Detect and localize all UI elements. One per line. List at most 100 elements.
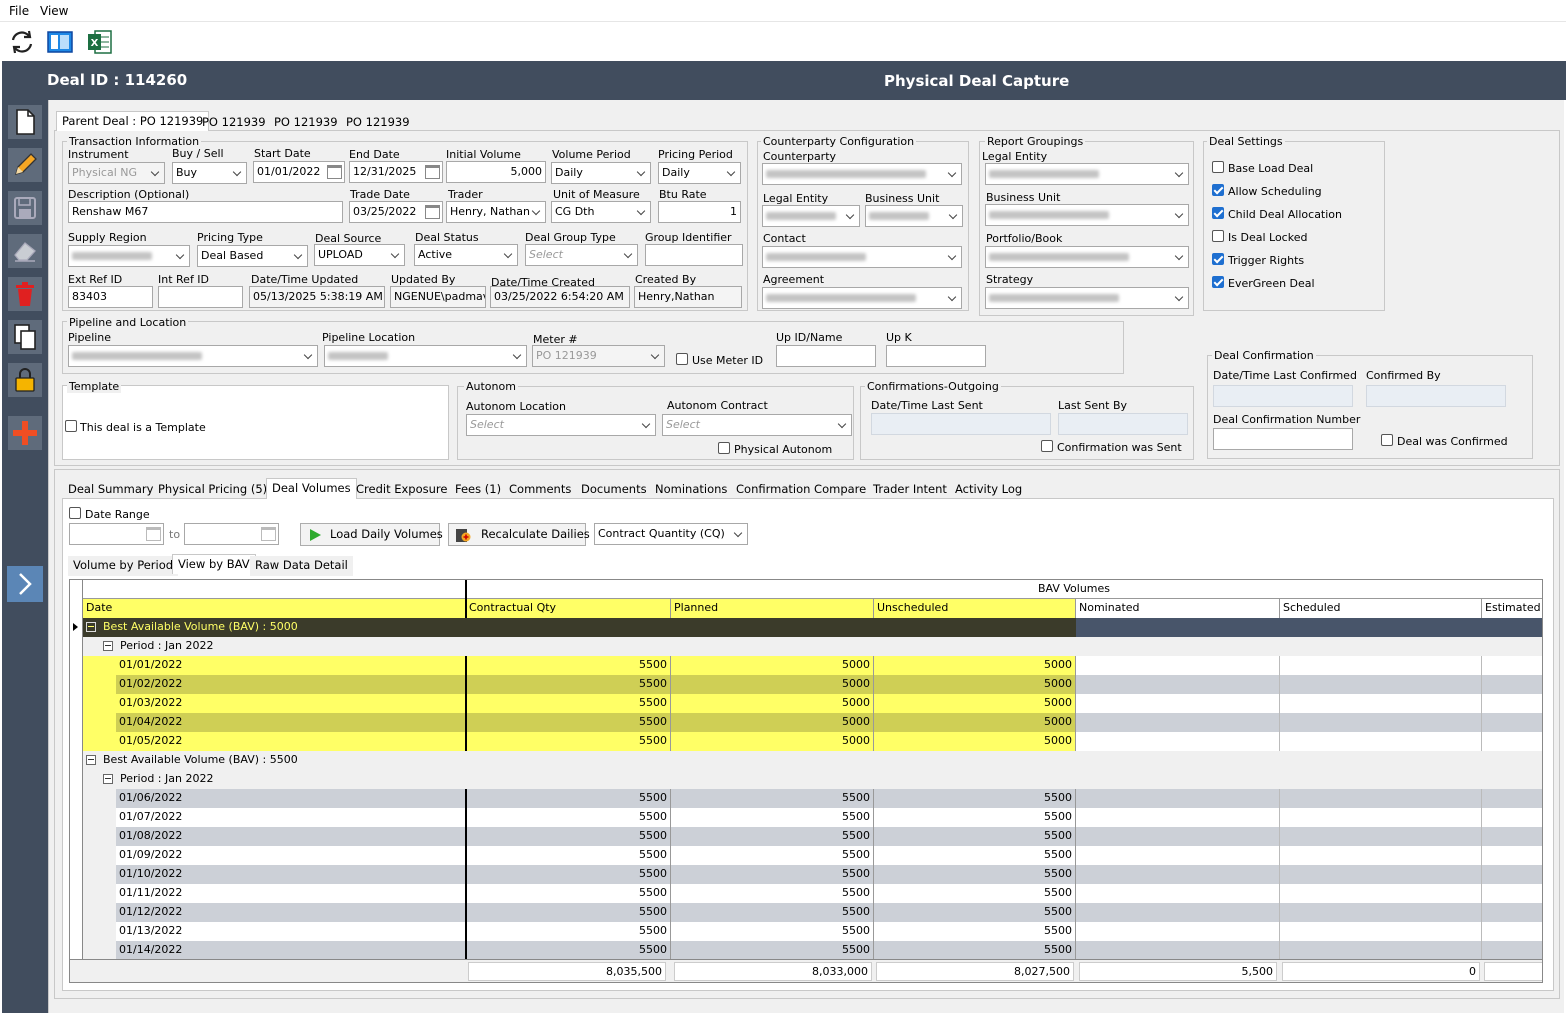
collapse-icon[interactable] [103, 641, 113, 651]
table-cell[interactable]: 01/03/2022 [116, 694, 466, 713]
calendar-icon[interactable] [425, 165, 440, 179]
description-field[interactable]: Renshaw M67 [68, 201, 343, 223]
deal-group-type-select[interactable]: Select [525, 244, 638, 266]
table-cell-empty[interactable] [1076, 808, 1280, 827]
table-cell[interactable]: 5500 [874, 827, 1076, 846]
date-range-checkbox[interactable] [69, 507, 81, 519]
supply-region-select[interactable] [68, 245, 190, 267]
table-cell-empty[interactable] [1482, 865, 1542, 884]
table-cell[interactable]: 5500 [466, 694, 671, 713]
table-cell[interactable]: 5000 [874, 656, 1076, 675]
table-cell[interactable]: 5500 [671, 941, 874, 960]
table-cell[interactable]: 5500 [466, 732, 671, 751]
end-date-field[interactable]: 12/31/2025 [349, 161, 443, 183]
table-cell[interactable]: 5500 [671, 827, 874, 846]
tab-deal-volumes[interactable]: Deal Volumes [266, 478, 357, 499]
table-cell-empty[interactable] [1482, 922, 1542, 941]
pricing-type-select[interactable]: Deal Based [197, 245, 308, 267]
group-identifier-field[interactable] [645, 244, 743, 266]
table-cell[interactable]: 5000 [874, 732, 1076, 751]
table-cell[interactable]: 5500 [466, 884, 671, 903]
tab-physical-pricing-5[interactable]: Physical Pricing (5) [153, 480, 272, 500]
table-cell-empty[interactable] [1482, 789, 1542, 808]
table-cell-empty[interactable] [1076, 732, 1280, 751]
edit-pencil-icon[interactable] [8, 148, 42, 182]
int-ref-field[interactable] [158, 286, 243, 308]
table-cell[interactable]: 01/08/2022 [116, 827, 466, 846]
table-cell[interactable]: 01/13/2022 [116, 922, 466, 941]
date-from-field[interactable] [69, 523, 164, 545]
confirmation-number-field[interactable] [1213, 428, 1353, 450]
table-cell-empty[interactable] [1280, 922, 1482, 941]
tab-confirmation-compare[interactable]: Confirmation Compare [731, 480, 871, 500]
autonom-location-select[interactable]: Select [466, 414, 656, 436]
calendar-icon[interactable] [146, 527, 161, 541]
table-cell-empty[interactable] [1076, 827, 1280, 846]
setting-checkbox[interactable] [1212, 276, 1224, 288]
tab-po-1[interactable]: PO 121939 [197, 113, 271, 133]
tab-comments[interactable]: Comments [504, 480, 576, 500]
table-cell-empty[interactable] [1076, 656, 1280, 675]
date-to-field[interactable] [184, 523, 279, 545]
table-cell-empty[interactable] [1076, 884, 1280, 903]
rg-business-unit-select[interactable] [985, 204, 1189, 226]
table-cell-empty[interactable] [1076, 865, 1280, 884]
table-cell[interactable]: 5000 [671, 713, 874, 732]
template-checkbox[interactable] [65, 420, 77, 432]
table-cell-empty[interactable] [1280, 656, 1482, 675]
table-cell-empty[interactable] [1482, 732, 1542, 751]
table-cell[interactable]: 5500 [874, 789, 1076, 808]
table-cell-empty[interactable] [1482, 846, 1542, 865]
meter-select[interactable]: PO 121939 [532, 345, 665, 367]
table-cell[interactable]: 5000 [874, 713, 1076, 732]
calendar-icon[interactable] [261, 527, 276, 541]
column-header-unscheduled[interactable]: Unscheduled [874, 599, 1076, 618]
table-cell[interactable]: 5500 [671, 846, 874, 865]
table-cell[interactable]: 01/10/2022 [116, 865, 466, 884]
table-cell[interactable]: 5500 [874, 808, 1076, 827]
table-cell[interactable]: 5500 [874, 922, 1076, 941]
save-icon[interactable] [8, 191, 42, 225]
lock-icon[interactable] [8, 363, 42, 397]
trader-select[interactable]: Henry, Nathan [446, 201, 546, 223]
table-cell[interactable]: 5500 [466, 846, 671, 865]
setting-checkbox[interactable] [1212, 207, 1224, 219]
table-cell-empty[interactable] [1482, 694, 1542, 713]
table-cell[interactable]: 5500 [671, 922, 874, 941]
autonom-contract-select[interactable]: Select [662, 414, 852, 436]
setting-checkbox[interactable] [1212, 253, 1224, 265]
new-document-icon[interactable] [8, 105, 42, 139]
table-cell-empty[interactable] [1076, 903, 1280, 922]
table-cell-empty[interactable] [1076, 789, 1280, 808]
table-cell-empty[interactable] [1280, 694, 1482, 713]
table-cell[interactable]: 01/09/2022 [116, 846, 466, 865]
table-cell[interactable]: 5000 [874, 694, 1076, 713]
table-cell[interactable]: 5000 [671, 656, 874, 675]
tab-credit-exposure[interactable]: Credit Exposure [351, 480, 452, 500]
table-cell-empty[interactable] [1482, 808, 1542, 827]
column-header-scheduled[interactable]: Scheduled [1280, 599, 1482, 618]
counterparty-select[interactable] [762, 163, 962, 185]
table-cell[interactable]: 01/05/2022 [116, 732, 466, 751]
up-k-field[interactable] [886, 345, 986, 367]
table-cell[interactable]: 5500 [671, 808, 874, 827]
trade-date-field[interactable]: 03/25/2022 [349, 201, 443, 223]
table-cell[interactable]: 5500 [466, 941, 671, 960]
portfolio-select[interactable] [985, 246, 1189, 268]
table-cell[interactable]: 5500 [671, 789, 874, 808]
subtab-volume-by-period[interactable]: Volume by Period [68, 556, 179, 576]
subtab-view-by-bav[interactable]: View by BAV [172, 554, 256, 574]
volume-period-select[interactable]: Daily [551, 162, 651, 184]
use-meter-checkbox[interactable] [676, 353, 688, 365]
cp-legal-entity-select[interactable] [762, 205, 860, 227]
table-cell[interactable]: 5500 [874, 884, 1076, 903]
table-cell-empty[interactable] [1280, 941, 1482, 960]
table-cell-empty[interactable] [1076, 675, 1280, 694]
initial-volume-field[interactable]: 5,000 [446, 161, 546, 183]
strategy-select[interactable] [985, 287, 1189, 309]
deal-source-select[interactable]: UPLOAD [314, 244, 405, 266]
layout-icon[interactable] [47, 30, 73, 54]
table-cell-empty[interactable] [1280, 789, 1482, 808]
pricing-period-select[interactable]: Daily [658, 162, 741, 184]
table-cell[interactable]: 5500 [671, 865, 874, 884]
